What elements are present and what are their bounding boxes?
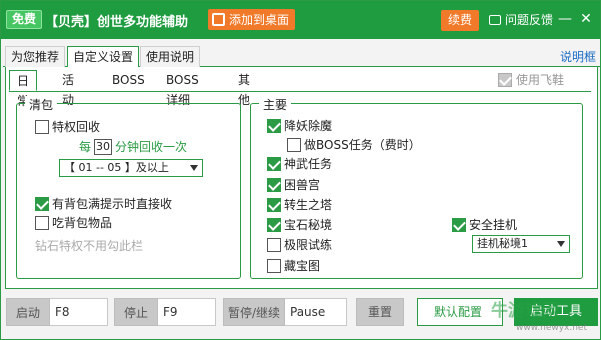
recycle-interval: 每 30 分钟回收一次 — [79, 138, 187, 155]
chevron-down-icon — [557, 241, 565, 247]
cleanup-group-title: 清包 — [25, 96, 58, 113]
safe-hangup-option[interactable]: 安全挂机 — [452, 216, 517, 233]
pause-hotkey-input[interactable]: Pause — [285, 298, 347, 326]
primary-item-label: 极限试练 — [284, 238, 333, 252]
sub-tab-divider — [9, 91, 591, 92]
primary-item-label: 宝石秘境 — [284, 218, 333, 232]
chat-bubble-icon — [489, 14, 501, 25]
privilege-recycle-option[interactable]: 特权回收 — [35, 118, 100, 135]
primary-item-label: 降妖除魔 — [284, 119, 333, 133]
close-button[interactable]: ✕ — [578, 10, 594, 28]
privilege-recycle-label: 特权回收 — [52, 120, 101, 134]
safe-hangup-label: 安全挂机 — [469, 218, 518, 232]
start-tool-button[interactable]: 启动工具 — [514, 298, 598, 326]
primary-item-checkbox[interactable] — [267, 197, 281, 212]
start-hotkey-input[interactable]: F8 — [50, 298, 108, 326]
tab-recommend[interactable]: 为您推荐 — [5, 46, 66, 67]
primary-item[interactable]: 藏宝图 — [267, 257, 320, 274]
tab-other[interactable]: 其他 — [231, 70, 257, 107]
every-label: 每 — [79, 140, 92, 154]
default-config-button[interactable]: 默认配置 — [417, 298, 503, 326]
full-bag-recycle-label: 有背包满提示时直接收 — [52, 197, 173, 211]
feedback-button[interactable]: 问题反馈 — [489, 11, 553, 28]
hangup-select[interactable]: 挂机秘境1 — [472, 235, 570, 253]
stop-hotkey: 停止 F9 — [114, 298, 216, 326]
use-flying-shoes-checkbox — [498, 72, 512, 87]
primary-item-checkbox[interactable] — [267, 177, 281, 192]
primary-item-label: 转生之塔 — [284, 198, 333, 212]
minutes-suffix-label: 分钟回收一次 — [115, 140, 188, 154]
primary-item-label: 困兽宫 — [284, 178, 321, 192]
primary-item-checkbox[interactable] — [287, 137, 301, 152]
primary-item-checkbox[interactable] — [267, 156, 281, 171]
feedback-label: 问题反馈 — [505, 13, 554, 27]
level-select-value: 【 01 -- 05 】及以上 — [64, 161, 169, 174]
level-select[interactable]: 【 01 -- 05 】及以上 — [59, 159, 203, 177]
pause-hotkey: 暂停/继续 Pause — [223, 298, 347, 326]
chevron-down-icon — [190, 165, 198, 171]
minimize-button[interactable]: — — [557, 10, 573, 28]
main-tabs: 为您推荐 自定义设置 使用说明 — [3, 46, 600, 68]
title-bar[interactable]: 免费 【贝壳】创世多功能辅助 添加到桌面 续费 问题反馈 — ✕ — [1, 1, 600, 39]
tab-boss[interactable]: BOSS — [105, 70, 152, 91]
desktop-icon — [212, 13, 225, 26]
renew-button[interactable]: 续费 — [441, 10, 480, 31]
app-title: 【贝壳】创世多功能辅助 — [45, 15, 189, 30]
diamond-privilege-hint: 钻石特权不用勾此栏 — [35, 239, 144, 253]
primary-item-checkbox[interactable] — [267, 258, 281, 273]
start-hotkey: 启动 F8 — [6, 298, 108, 326]
primary-item-label: 神武任务 — [284, 157, 333, 171]
minutes-input[interactable]: 30 — [94, 138, 113, 155]
start-hotkey-label: 启动 — [6, 298, 50, 326]
eat-bag-items-label: 吃背包物品 — [52, 216, 113, 230]
free-badge: 免费 — [6, 10, 43, 29]
stop-hotkey-input[interactable]: F9 — [158, 298, 216, 326]
primary-item[interactable]: 极限试练 — [267, 236, 332, 253]
pause-hotkey-label: 暂停/继续 — [223, 298, 285, 326]
primary-item-label: 做BOSS任务（费时） — [304, 138, 421, 152]
add-to-desktop-label: 添加到桌面 — [229, 13, 290, 27]
full-bag-recycle-option[interactable]: 有背包满提示时直接收 — [35, 195, 172, 212]
tab-custom-settings[interactable]: 自定义设置 — [67, 46, 140, 68]
primary-item[interactable]: 降妖除魔 — [267, 117, 332, 134]
primary-group-title: 主要 — [259, 96, 292, 113]
eat-bag-items-option[interactable]: 吃背包物品 — [35, 214, 112, 231]
primary-item[interactable]: 困兽宫 — [267, 176, 320, 193]
full-bag-recycle-checkbox[interactable] — [35, 196, 49, 211]
help-box-link[interactable]: 说明框 — [560, 48, 596, 65]
primary-item[interactable]: 转生之塔 — [267, 196, 332, 213]
tab-activity[interactable]: 活动 — [55, 70, 81, 107]
app-window: 免费 【贝壳】创世多功能辅助 添加到桌面 续费 问题反馈 — ✕ 为您推荐 自定… — [0, 0, 601, 340]
use-flying-shoes-label: 使用飞鞋 — [516, 73, 565, 87]
tab-boss-detail[interactable]: BOSS详细 — [159, 70, 206, 107]
tab-instructions[interactable]: 使用说明 — [140, 46, 201, 67]
tab-daily[interactable]: 日常 — [9, 70, 38, 108]
eat-bag-items-checkbox[interactable] — [35, 215, 49, 230]
stop-hotkey-label: 停止 — [114, 298, 158, 326]
primary-item[interactable]: 做BOSS任务（费时） — [287, 136, 421, 153]
hangup-select-value: 挂机秘境1 — [477, 237, 528, 250]
use-flying-shoes-option: 使用飞鞋 — [498, 71, 564, 88]
privilege-recycle-checkbox[interactable] — [35, 119, 49, 134]
primary-item[interactable]: 宝石秘境 — [267, 216, 332, 233]
primary-item[interactable]: 神武任务 — [267, 155, 332, 172]
reset-button[interactable]: 重置 — [356, 298, 404, 326]
safe-hangup-checkbox[interactable] — [452, 217, 466, 232]
add-to-desktop-button[interactable]: 添加到桌面 — [208, 9, 296, 30]
primary-item-checkbox[interactable] — [267, 217, 281, 232]
primary-item-checkbox[interactable] — [267, 118, 281, 133]
primary-item-checkbox[interactable] — [267, 237, 281, 252]
primary-item-label: 藏宝图 — [284, 259, 321, 273]
